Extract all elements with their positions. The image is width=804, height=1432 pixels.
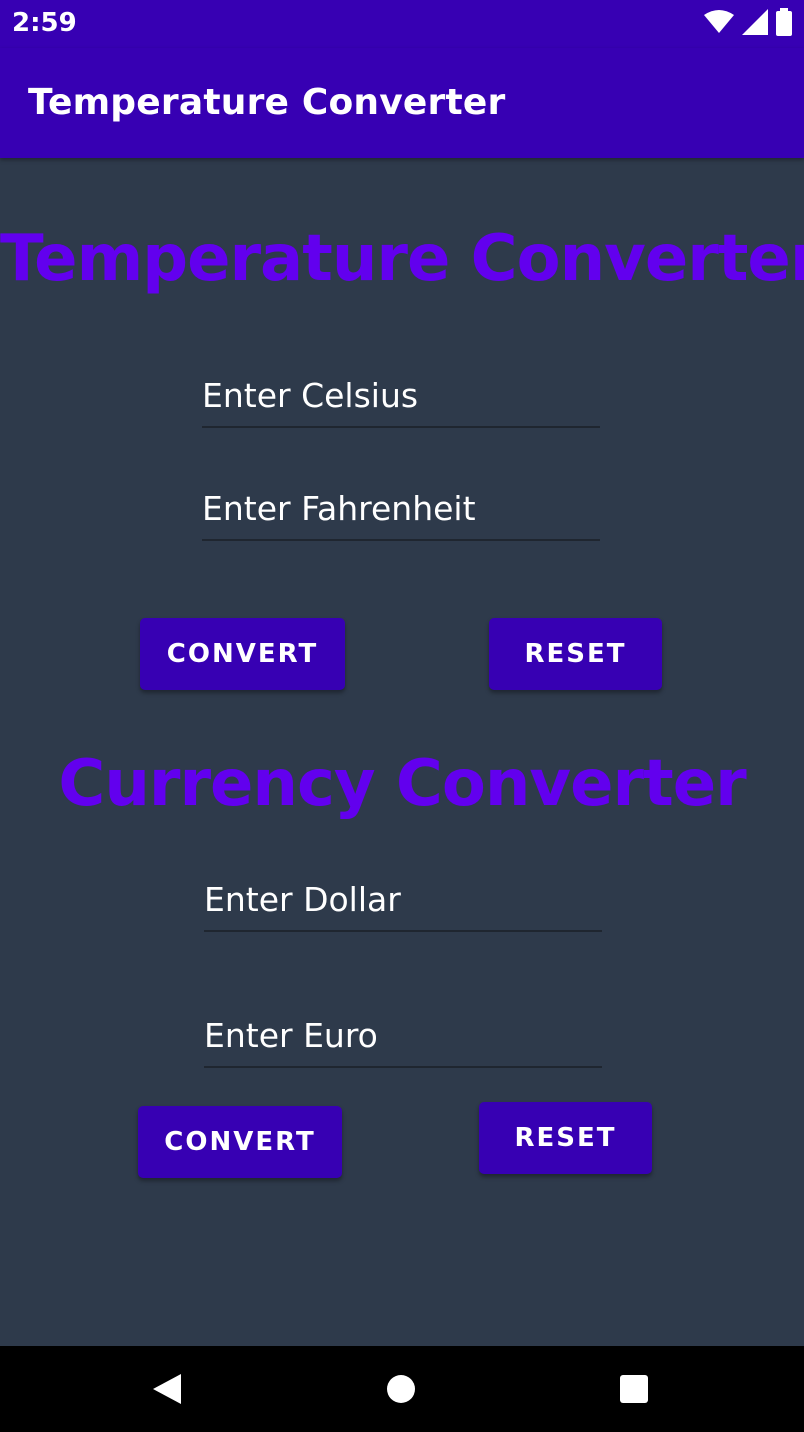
back-icon[interactable]	[146, 1369, 186, 1409]
home-icon[interactable]	[381, 1369, 421, 1409]
app-title: Temperature Converter	[28, 82, 506, 123]
temperature-convert-button[interactable]: CONVERT	[140, 618, 345, 690]
celsius-input[interactable]	[202, 370, 600, 428]
dollar-input[interactable]	[204, 874, 602, 932]
euro-input[interactable]	[204, 1010, 602, 1068]
temperature-heading: Temperature Converter	[0, 222, 804, 296]
currency-reset-button[interactable]: RESET	[479, 1102, 652, 1174]
currency-convert-button[interactable]: CONVERT	[138, 1106, 342, 1178]
recents-icon[interactable]	[614, 1369, 654, 1409]
fahrenheit-input[interactable]	[202, 483, 600, 541]
wifi-icon	[704, 9, 734, 40]
status-time: 2:59	[12, 8, 77, 38]
currency-heading: Currency Converter	[58, 747, 746, 821]
app-bar: Temperature Converter	[0, 48, 804, 158]
status-icons	[704, 7, 792, 41]
app-screen: 2:59 Temperature Converter Temperature C…	[0, 0, 804, 1432]
battery-icon	[776, 7, 792, 41]
status-bar: 2:59	[0, 0, 804, 48]
signal-icon	[742, 8, 768, 40]
temperature-reset-button[interactable]: RESET	[489, 618, 662, 690]
navigation-bar	[0, 1346, 804, 1432]
